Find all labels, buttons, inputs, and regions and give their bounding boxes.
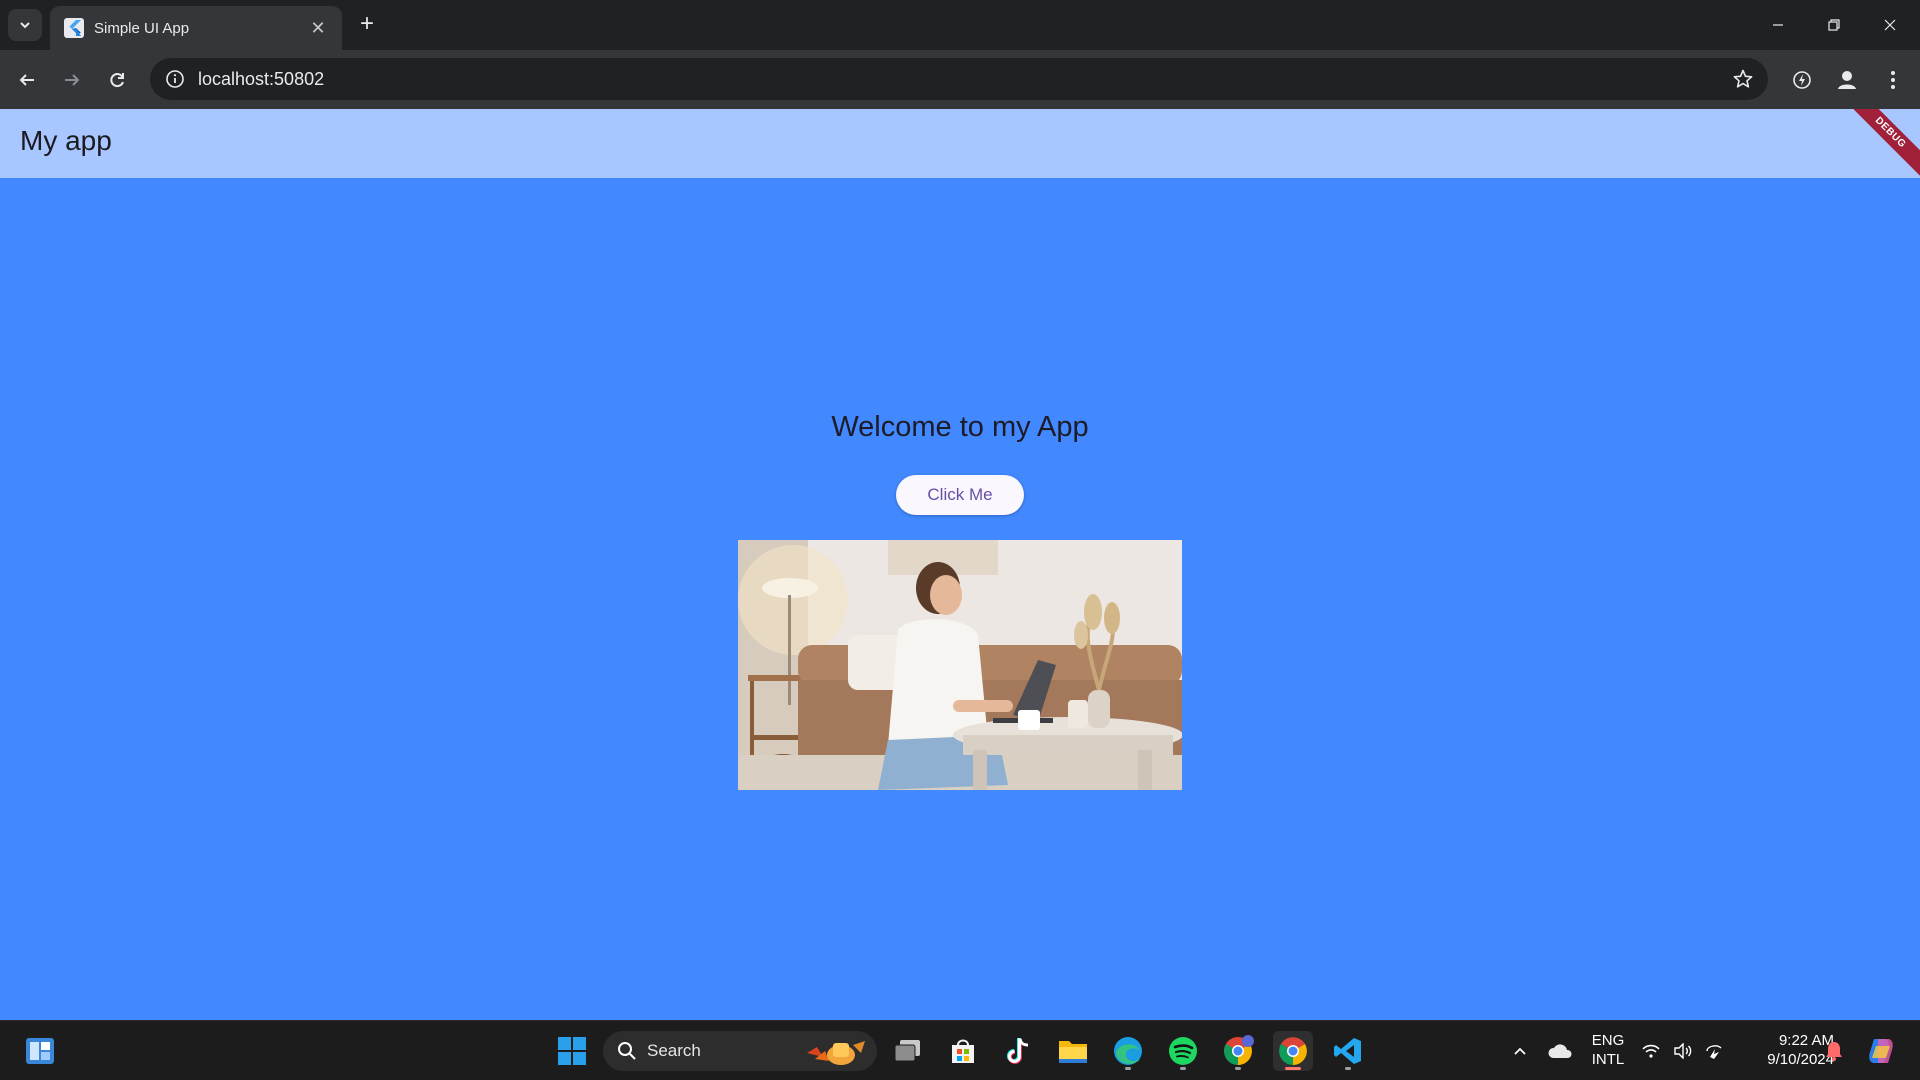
close-tab-icon[interactable]: ✕ (308, 18, 328, 39)
running-indicator (1235, 1067, 1241, 1070)
taskbar-search[interactable]: Search (603, 1031, 877, 1071)
windows-start-icon[interactable] (552, 1031, 592, 1071)
wifi-icon[interactable] (1635, 1031, 1667, 1071)
language-line1: ENG (1591, 1032, 1625, 1049)
reload-button[interactable] (100, 63, 134, 97)
running-indicator (1180, 1067, 1186, 1070)
spotify-icon[interactable] (1163, 1031, 1203, 1071)
language-line2: INTL (1591, 1051, 1625, 1068)
extensions-icon[interactable] (1785, 63, 1819, 97)
click-me-button[interactable]: Click Me (896, 475, 1024, 515)
active-indicator (1285, 1067, 1301, 1070)
copilot-icon[interactable] (1861, 1031, 1901, 1071)
volume-icon[interactable] (1667, 1031, 1699, 1071)
search-label: Search (647, 1041, 701, 1060)
welcome-heading: Welcome to my App (831, 411, 1089, 443)
back-button[interactable] (10, 63, 44, 97)
debug-banner: DEBUG (1850, 109, 1920, 179)
new-tab-button[interactable]: + (352, 10, 382, 40)
file-explorer-icon[interactable] (1053, 1031, 1093, 1071)
search-icon (618, 1042, 636, 1060)
notification-bell-icon[interactable] (1814, 1031, 1854, 1071)
minimize-button[interactable] (1750, 0, 1806, 50)
site-info-icon[interactable] (164, 68, 186, 90)
url-text[interactable]: localhost:50802 (198, 69, 324, 90)
arrow-right-icon (65, 74, 80, 86)
chevron-up-icon[interactable] (1500, 1031, 1540, 1071)
profile-icon[interactable] (1830, 63, 1864, 97)
browser-tab[interactable]: Simple UI App ✕ (50, 6, 342, 50)
app-bar: My app (0, 109, 1920, 178)
arrow-left-icon (19, 74, 34, 86)
minimize-icon (1773, 24, 1783, 26)
restore-icon (1828, 19, 1840, 31)
restore-button[interactable] (1806, 0, 1862, 50)
debug-banner-label: DEBUG (1850, 109, 1920, 179)
browser-toolbar: localhost:50802 (0, 50, 1920, 109)
windows-taskbar: Search ENG INTL 9:22 AM 9/10/2024 (0, 1020, 1920, 1080)
edge-icon[interactable] (1108, 1031, 1148, 1071)
chevron-down-icon (20, 22, 30, 29)
chrome-icon[interactable] (1273, 1031, 1313, 1071)
search-highlight-icon (807, 1041, 865, 1065)
task-view-icon[interactable] (888, 1031, 928, 1071)
forward-button[interactable] (55, 63, 89, 97)
browser-titlebar: Simple UI App ✕ + (0, 0, 1920, 50)
close-window-button[interactable] (1862, 0, 1918, 50)
bookmark-star-icon[interactable] (1732, 68, 1754, 90)
menu-icon[interactable] (1876, 63, 1910, 97)
reload-icon (110, 73, 124, 88)
tab-title: Simple UI App (94, 19, 190, 37)
hero-image (738, 540, 1182, 790)
tab-search-button[interactable] (8, 9, 42, 41)
chrome-profile-icon[interactable] (1218, 1031, 1258, 1071)
vscode-icon[interactable] (1328, 1031, 1368, 1071)
flutter-icon (64, 18, 84, 38)
widgets-icon[interactable] (20, 1031, 60, 1071)
close-icon (1884, 19, 1896, 31)
battery-icon[interactable] (1699, 1031, 1731, 1071)
onedrive-icon[interactable] (1540, 1031, 1580, 1071)
tiktok-icon[interactable] (998, 1031, 1038, 1071)
running-indicator (1345, 1067, 1351, 1070)
app-title: My app (20, 125, 112, 156)
language-indicator[interactable]: ENG INTL (1586, 1031, 1630, 1069)
address-bar[interactable]: localhost:50802 (150, 58, 1768, 100)
running-indicator (1125, 1067, 1131, 1070)
microsoft-store-icon[interactable] (943, 1031, 983, 1071)
